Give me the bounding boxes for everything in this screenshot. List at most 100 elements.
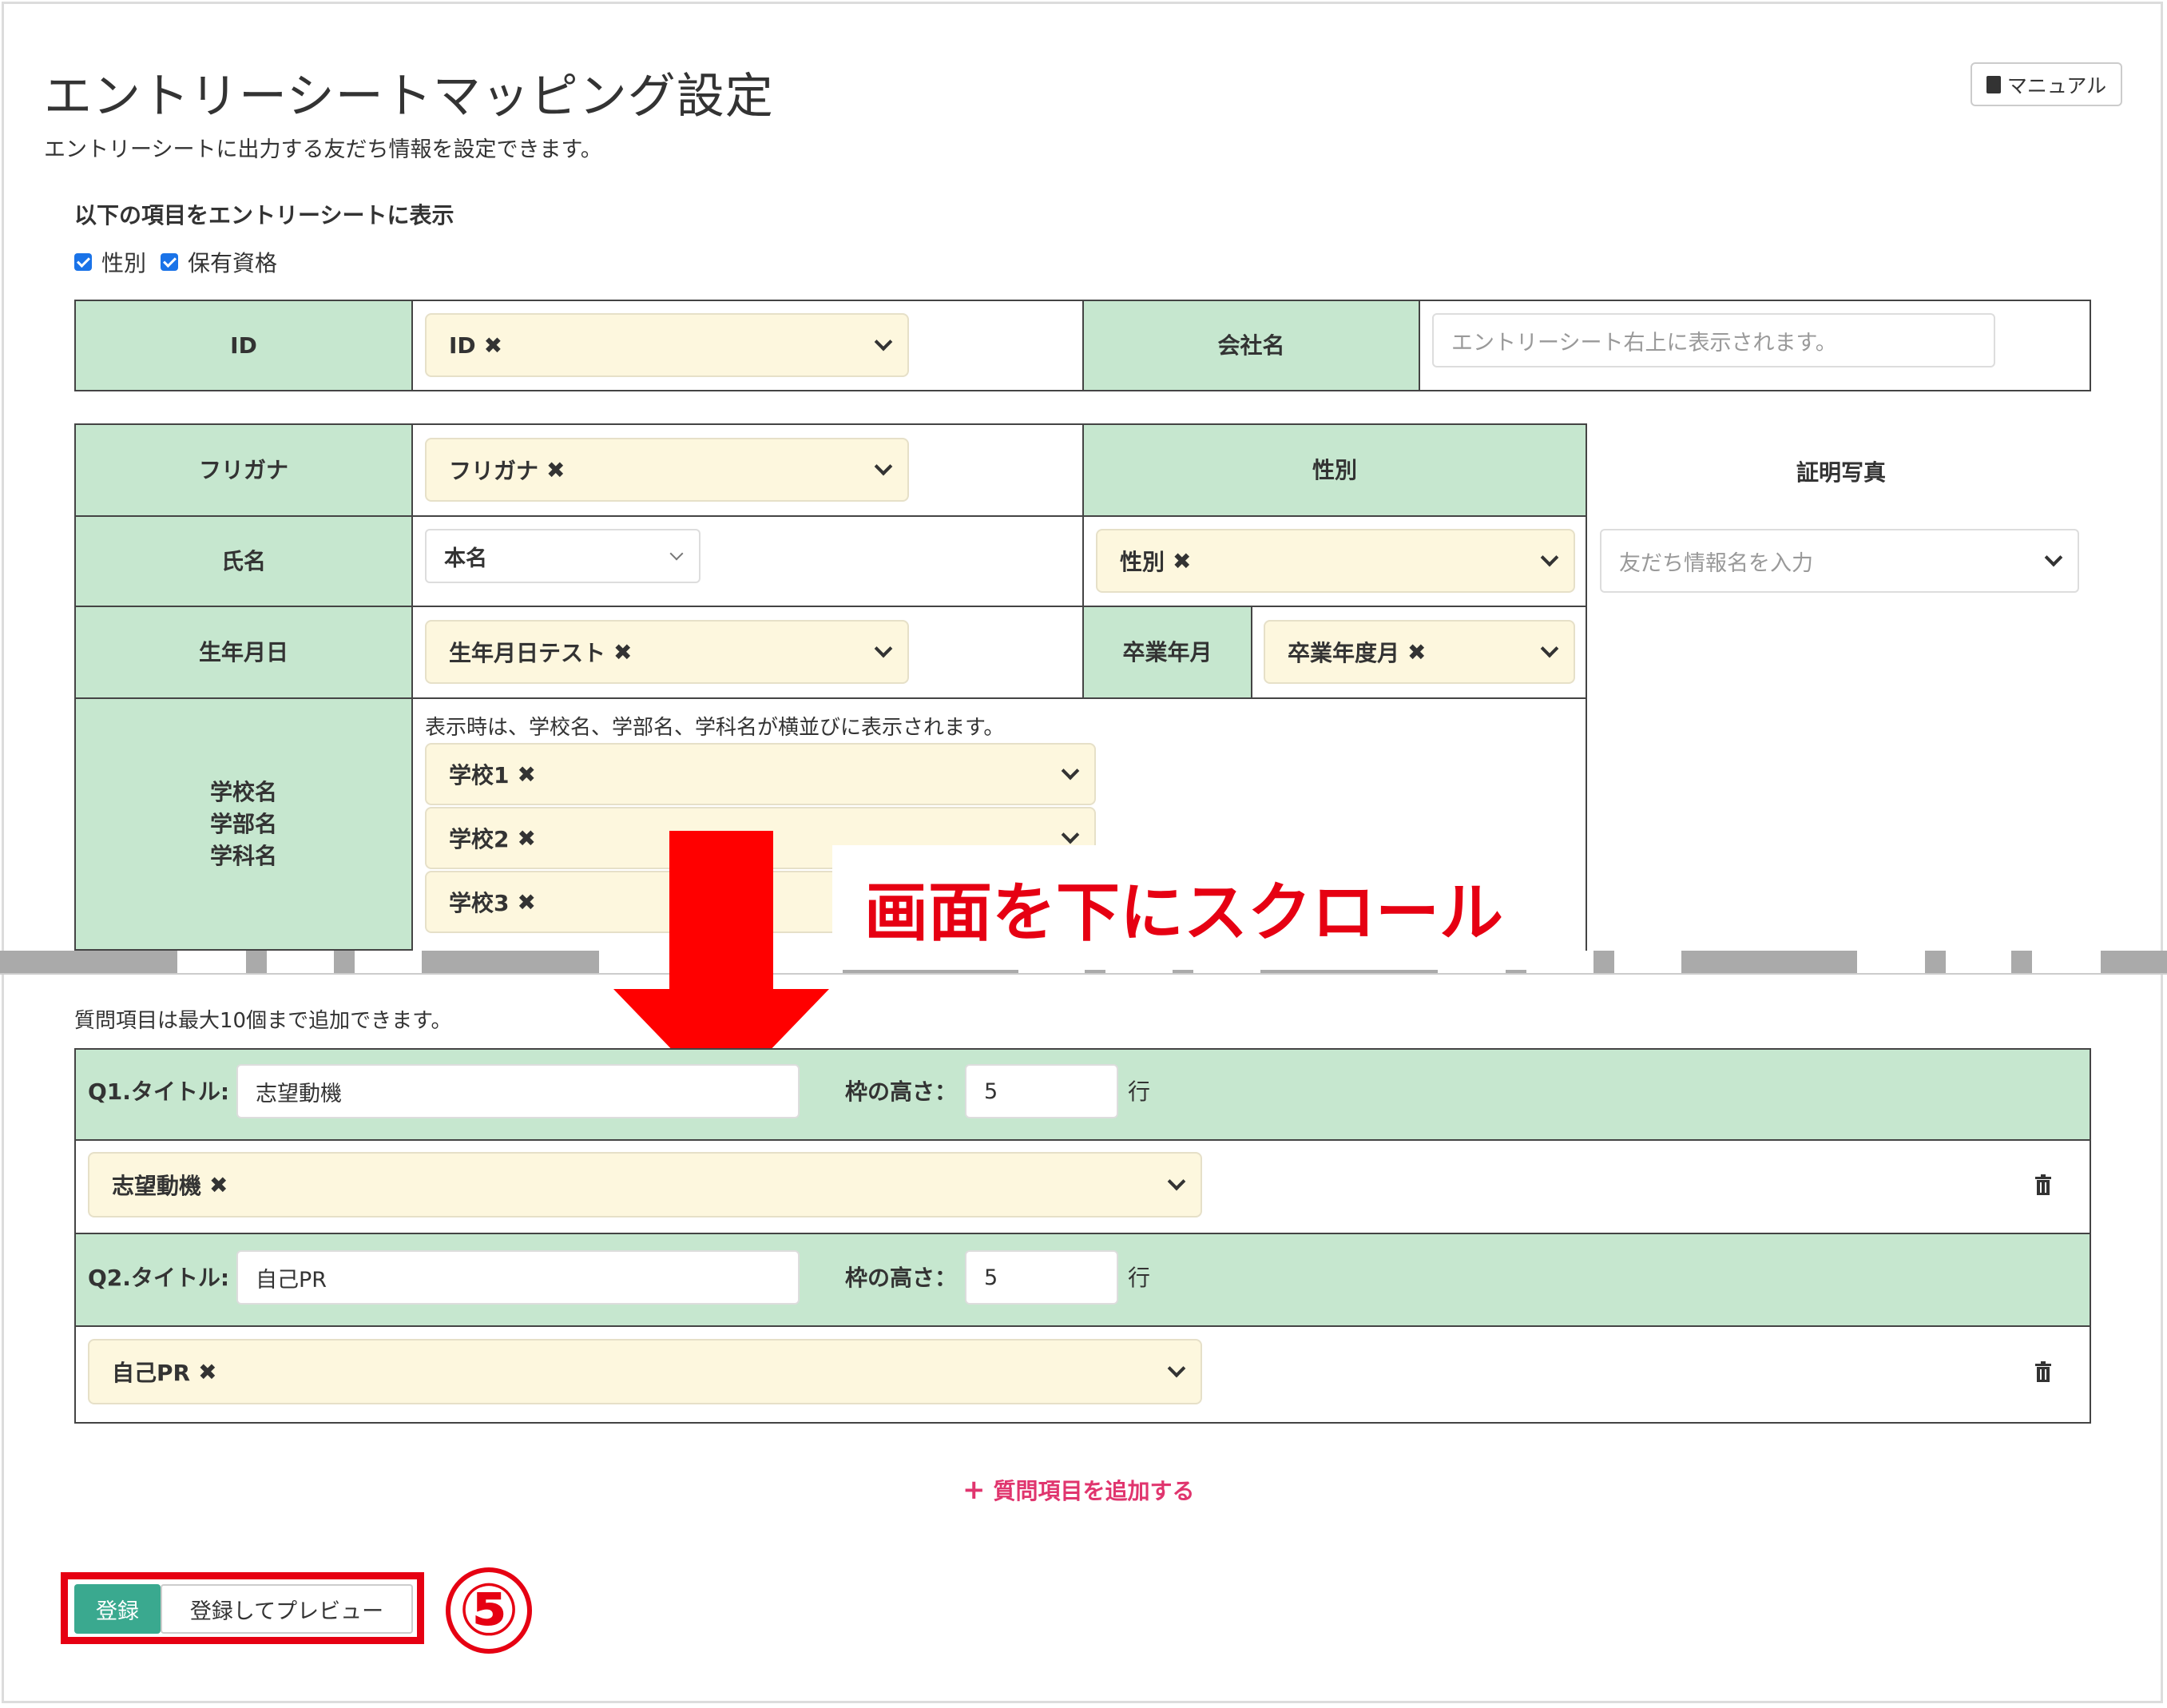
name-select-value: 本名 [444,546,487,571]
remove-icon[interactable]: ✖ [613,639,632,665]
step-number-badge: ⑤ [446,1567,532,1654]
chevron-down-icon [1167,1359,1186,1378]
chevron-down-icon [669,546,684,561]
gender-label: 性別 [1312,456,1357,483]
chevron-down-icon [1061,761,1080,781]
school-select-value: 学校3 [449,890,510,916]
birth-label: 生年月日 [198,638,288,665]
q2-label: Q2.タイトル: [88,1265,230,1291]
q1-title-value: 志望動機 [256,1081,342,1106]
grad-select-value: 卒業年度月 [1288,640,1400,666]
manual-button[interactable]: マニュアル [1971,62,2122,106]
q2-mapping-select[interactable]: 自己PR ✖ [88,1339,1202,1404]
chevron-down-icon [874,639,893,658]
department-label: 学科名 [209,842,277,869]
remove-icon[interactable]: ✖ [1407,639,1426,665]
photo-label: 証明写真 [1796,459,1886,486]
remove-icon[interactable]: ✖ [209,1172,228,1198]
gender-checkbox-label: 性別 [101,250,147,276]
remove-icon[interactable]: ✖ [517,825,535,852]
id-select-value: ID [449,332,476,359]
remove-icon[interactable]: ✖ [546,457,565,483]
remove-icon[interactable]: ✖ [198,1359,216,1385]
page-title: エントリーシートマッピング設定 [44,69,774,125]
add-question-link[interactable]: + 質問項目を追加する [962,1474,1195,1506]
q1-mapping-value: 志望動機 [112,1173,202,1199]
company-label-cell: 会社名 [1082,300,1420,391]
remove-icon[interactable]: ✖ [517,761,535,788]
page-subtitle: エントリーシートに出力する友だち情報を設定できます。 [44,137,602,162]
furigana-select-value: フリガナ [449,458,539,484]
scroll-annotation: 画面を下にスクロール [832,845,1535,970]
birth-select-value: 生年月日テスト [449,640,606,666]
divider-line [0,973,2167,975]
gender-select[interactable]: 性別 ✖ [1096,529,1575,593]
school-select-1[interactable]: 学校1 ✖ [425,743,1096,805]
faculty-label: 学部名 [209,810,277,837]
company-input-placeholder: エントリーシート右上に表示されます。 [1451,330,1837,356]
q2-trash-icon[interactable] [2034,1361,2052,1382]
step-number: ⑤ [458,1568,520,1652]
id-label-cell: ID [74,300,413,391]
furigana-label-cell: フリガナ [74,423,413,517]
q2-height-label: 枠の高さ： [845,1265,958,1291]
questions-note: 質問項目は最大10個まで追加できます。 [74,1009,452,1033]
display-checkboxes: 性別 保有資格 [74,246,277,278]
grad-label: 卒業年月 [1122,638,1212,665]
add-question-label: 質問項目を追加する [993,1478,1195,1504]
manual-button-label: マニュアル [2006,73,2107,97]
chevron-down-icon [1540,548,1559,567]
remove-icon[interactable]: ✖ [1173,548,1191,574]
chevron-down-icon [874,332,893,352]
name-select[interactable]: 本名 [425,529,701,583]
book-icon [1986,75,2001,93]
plus-icon: + [962,1474,986,1506]
q1-height-label: 枠の高さ： [845,1078,958,1105]
q1-height-input[interactable]: 5 [965,1064,1118,1118]
chevron-down-icon [2044,548,2063,567]
company-label: 会社名 [1217,332,1285,359]
gender-checkbox[interactable] [74,253,92,271]
q1-title-input[interactable]: 志望動機 [236,1064,800,1118]
id-select[interactable]: ID ✖ [425,313,909,377]
photo-input-placeholder: 友だち情報名を入力 [1619,550,1813,576]
q2-height-value: 5 [984,1265,998,1290]
school-select-value: 学校2 [449,826,510,852]
q1-unit: 行 [1128,1078,1151,1105]
q2-title-input[interactable]: 自己PR [236,1250,800,1305]
birth-select[interactable]: 生年月日テスト ✖ [425,620,909,684]
birth-label-cell: 生年月日 [74,606,413,699]
gender-select-value: 性別 [1120,549,1165,575]
gender-label-cell: 性別 [1082,423,1587,517]
q1-trash-icon[interactable] [2034,1174,2052,1195]
grad-label-cell: 卒業年月 [1082,606,1252,699]
company-input[interactable]: エントリーシート右上に表示されます。 [1432,313,1995,367]
furigana-select[interactable]: フリガナ ✖ [425,438,909,502]
name-label-cell: 氏名 [74,515,413,607]
school-note: 表示時は、学校名、学部名、学科名が横並びに表示されます。 [425,716,1005,740]
chevron-down-icon [874,457,893,476]
q1-mapping-select[interactable]: 志望動機 ✖ [88,1152,1202,1217]
chevron-down-icon [1061,825,1080,844]
chevron-down-icon [1167,1172,1186,1191]
qualification-checkbox-label: 保有資格 [188,250,278,276]
register-button[interactable]: 登録 [74,1584,161,1634]
qualification-checkbox[interactable] [161,253,179,271]
q2-height-input[interactable]: 5 [965,1250,1118,1305]
q2-unit: 行 [1128,1265,1151,1291]
q2-title-value: 自己PR [256,1267,327,1293]
display-section-label: 以下の項目をエントリーシートに表示 [74,202,454,228]
chevron-down-icon [1540,639,1559,658]
remove-icon[interactable]: ✖ [517,889,535,916]
q1-label: Q1.タイトル: [88,1078,230,1105]
photo-input[interactable]: 友だち情報名を入力 [1600,529,2079,593]
furigana-label: フリガナ [198,456,288,483]
remove-icon[interactable]: ✖ [484,332,502,359]
name-label: 氏名 [220,547,266,574]
id-label: ID [230,332,257,359]
grad-select[interactable]: 卒業年度月 ✖ [1264,620,1575,684]
school-select-value: 学校1 [449,762,510,788]
register-preview-button[interactable]: 登録してプレビュー [161,1584,413,1634]
school-label: 学校名 [209,778,277,805]
school-label-cell: 学校名 学部名 学科名 [74,697,413,951]
